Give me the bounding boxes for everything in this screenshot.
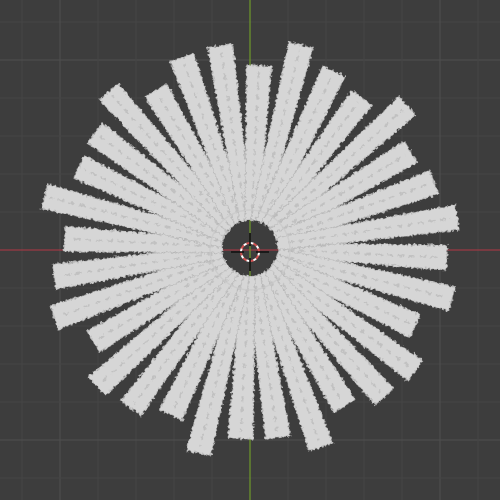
3d-viewport[interactable] [0, 0, 500, 500]
3d-cursor-icon[interactable] [0, 0, 500, 500]
